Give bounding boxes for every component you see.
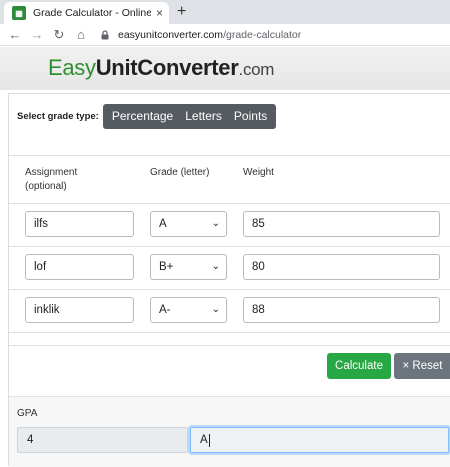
chevron-down-icon: ⌄ bbox=[211, 261, 220, 272]
grade-column-header: Grade (letter) bbox=[150, 167, 210, 178]
divider bbox=[9, 155, 450, 156]
chevron-down-icon: ⌄ bbox=[211, 304, 220, 315]
reload-icon[interactable]: ↻ bbox=[48, 27, 70, 43]
weight-column-header: Weight bbox=[243, 167, 274, 178]
grade-type-label: Select grade type: bbox=[17, 111, 99, 122]
logo-com: .com bbox=[238, 60, 275, 79]
assignment-input[interactable]: ilfs bbox=[25, 211, 134, 237]
grade-select-value: A bbox=[159, 218, 167, 230]
grade-type-row: Select grade type: Percentage Letters Po… bbox=[17, 104, 277, 129]
letter-grade-output[interactable]: A bbox=[190, 427, 449, 453]
site-header: EasyUnitConverter.com bbox=[0, 47, 450, 90]
home-icon[interactable]: ⌂ bbox=[70, 27, 92, 42]
forward-arrow-icon[interactable]: → bbox=[26, 27, 48, 42]
grade-calculator-card: Select grade type: Percentage Letters Po… bbox=[8, 93, 450, 467]
assignment-header-text: Assignment bbox=[25, 167, 78, 178]
divider bbox=[9, 345, 450, 346]
weight-input[interactable]: 80 bbox=[243, 254, 440, 280]
letter-grade-value: A bbox=[200, 434, 208, 446]
chevron-down-icon: ⌄ bbox=[211, 218, 220, 229]
type-letters-button[interactable]: Letters bbox=[179, 104, 228, 129]
lock-icon bbox=[101, 30, 109, 40]
grade-select[interactable]: A ⌄ bbox=[150, 211, 227, 237]
weight-input[interactable]: 88 bbox=[243, 297, 440, 323]
grade-select-value: A- bbox=[159, 304, 171, 316]
grade-select[interactable]: B+ ⌄ bbox=[150, 254, 227, 280]
assignment-input[interactable]: lof bbox=[25, 254, 134, 280]
grade-select-value: B+ bbox=[159, 261, 174, 273]
new-tab-button[interactable]: + bbox=[177, 3, 186, 21]
site-favicon-icon: ▦ bbox=[12, 6, 26, 20]
url-host: easyunitconverter.com bbox=[118, 29, 224, 41]
url-text: easyunitconverter.com/grade-calculator bbox=[118, 29, 301, 41]
browser-toolbar: ← → ↻ ⌂ easyunitconverter.com/grade-calc… bbox=[0, 24, 450, 46]
type-percentage-button[interactable]: Percentage bbox=[106, 104, 179, 129]
calculate-button[interactable]: Calculate bbox=[327, 353, 391, 379]
tab-close-icon[interactable]: × bbox=[156, 6, 163, 20]
assignment-header-note: (optional) bbox=[25, 181, 67, 192]
weight-input[interactable]: 85 bbox=[243, 211, 440, 237]
browser-tab-bar: ▦ Grade Calculator - Online Grade × + bbox=[0, 0, 450, 24]
browser-tab[interactable]: ▦ Grade Calculator - Online Grade × bbox=[4, 2, 169, 24]
site-logo[interactable]: EasyUnitConverter.com bbox=[48, 55, 274, 81]
grade-row: inklik A- ⌄ 88 bbox=[9, 290, 450, 333]
logo-easy: Easy bbox=[48, 55, 96, 80]
assignment-column-header: Assignment (optional) bbox=[25, 166, 77, 194]
grade-type-segmented-control: Percentage Letters Points bbox=[102, 104, 277, 129]
grade-select[interactable]: A- ⌄ bbox=[150, 297, 227, 323]
reset-button[interactable]: × Reset bbox=[394, 353, 450, 379]
assignment-input[interactable]: inklik bbox=[25, 297, 134, 323]
back-arrow-icon[interactable]: ← bbox=[4, 27, 26, 42]
address-bar[interactable]: easyunitconverter.com/grade-calculator bbox=[100, 26, 450, 44]
logo-unit: UnitConverter bbox=[95, 55, 239, 80]
gpa-output[interactable]: 4 bbox=[17, 427, 188, 453]
type-points-button[interactable]: Points bbox=[228, 104, 273, 129]
grade-row: ilfs A ⌄ 85 bbox=[9, 204, 450, 247]
grade-row: lof B+ ⌄ 80 bbox=[9, 247, 450, 290]
tab-title: Grade Calculator - Online Grade bbox=[33, 7, 151, 19]
result-area: GPA 4 A bbox=[9, 397, 450, 467]
url-path: /grade-calculator bbox=[223, 29, 302, 41]
gpa-label: GPA bbox=[17, 408, 38, 419]
text-caret bbox=[208, 433, 210, 447]
